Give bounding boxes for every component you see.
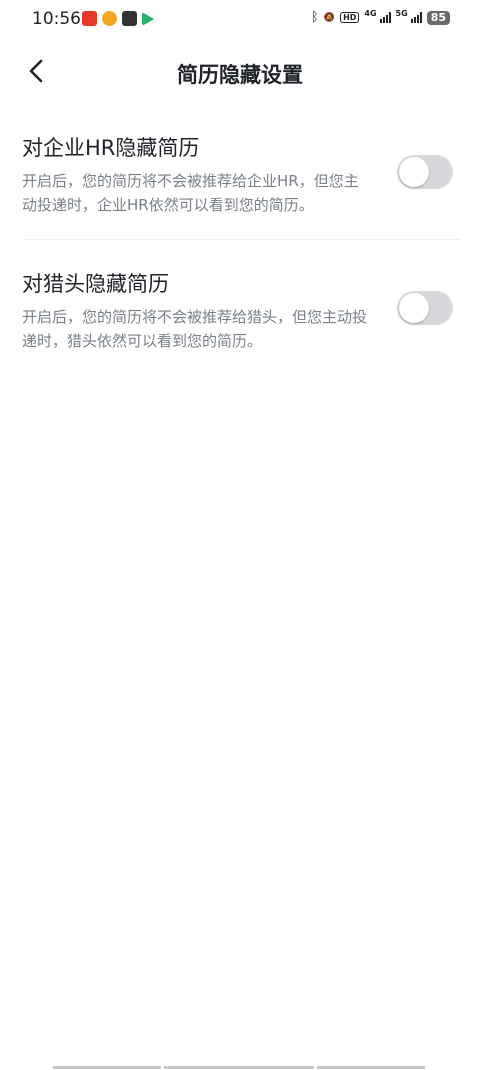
hide-from-hr-toggle[interactable] (397, 155, 453, 189)
nav-segment (164, 1066, 314, 1069)
hide-from-headhunter-toggle[interactable] (397, 291, 453, 325)
setting-hide-from-hr: 对企业HR隐藏简历 开启后，您的简历将不会被推荐给企业HR，但您主动投递时，企业… (22, 133, 460, 217)
signal-icon (410, 12, 422, 23)
setting-description: 开启后，您的简历将不会被推荐给企业HR，但您主动投递时，企业HR依然可以看到您的… (22, 172, 359, 214)
nav-segment (53, 1066, 161, 1069)
system-icons: ᛒ 🔕 HD 4G 5G 85 (311, 9, 450, 25)
toggle-knob (399, 293, 429, 323)
mute-icon: 🔕 (323, 12, 336, 23)
page-title: 简历隐藏设置 (177, 63, 303, 87)
status-time: 10:56 (32, 9, 81, 29)
setting-title: 对企业HR隐藏简历 (22, 136, 200, 160)
battery-icon: 85 (426, 10, 450, 25)
status-bar: 10:56 ᛒ 🔕 HD 4G 5G 85 (0, 0, 480, 38)
page-header: 简历隐藏设置 (0, 44, 480, 100)
setting-title: 对猎头隐藏简历 (22, 272, 169, 296)
setting-hide-from-headhunter: 对猎头隐藏简历 开启后，您的简历将不会被推荐给猎头，但您主动投递时，猎头依然可以… (22, 269, 460, 353)
divider (22, 239, 460, 240)
setting-description: 开启后，您的简历将不会被推荐给猎头，但您主动投递时，猎头依然可以看到您的简历。 (22, 308, 368, 350)
bluetooth-icon: ᛒ (311, 10, 319, 25)
video-app-icon (142, 12, 154, 26)
nav-segment (317, 1066, 425, 1069)
hd-icon: HD (340, 12, 360, 23)
signal-icon (379, 12, 391, 23)
news-app-icon (82, 11, 97, 26)
toggle-knob (399, 157, 429, 187)
network-5g-label: 5G (395, 9, 408, 18)
network-4g-label: 4G (364, 9, 377, 18)
mail-icon (122, 11, 137, 26)
notification-icons (82, 11, 154, 26)
weibo-icon (102, 11, 117, 26)
navigation-bar (53, 1066, 425, 1069)
